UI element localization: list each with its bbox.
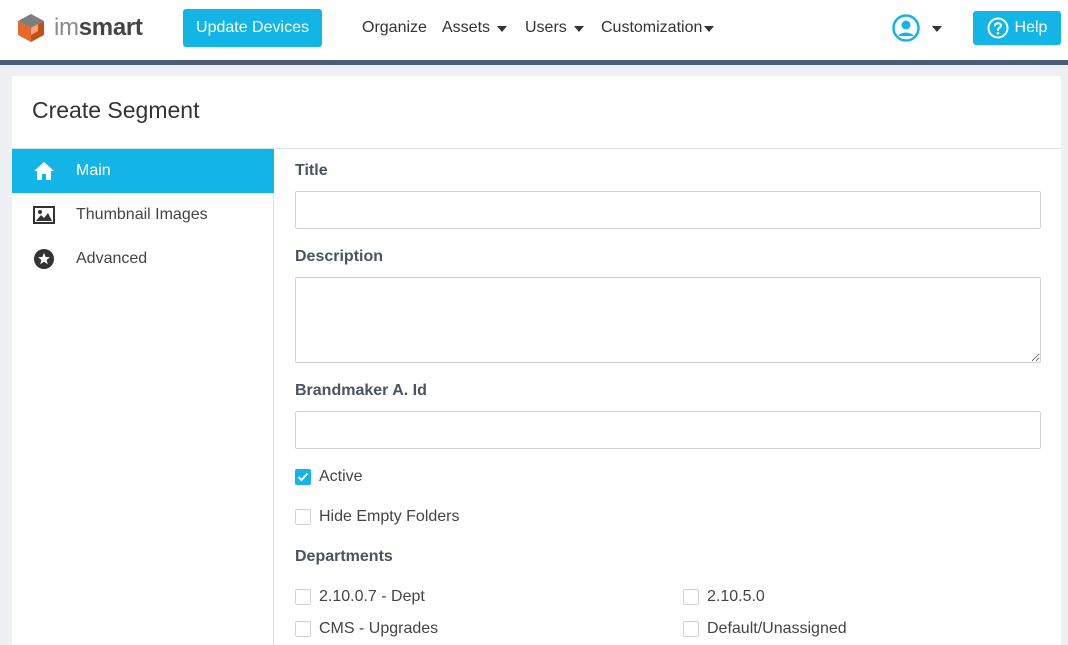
brand-logo[interactable]: imsmart bbox=[16, 13, 143, 43]
nav-assets[interactable]: Assets bbox=[442, 0, 508, 56]
active-checkbox-row[interactable]: Active bbox=[295, 468, 363, 486]
department-option[interactable]: Default/Unassigned bbox=[683, 620, 847, 638]
sidebar-item-label: Main bbox=[76, 162, 111, 179]
nav-organize[interactable]: Organize bbox=[362, 0, 427, 56]
segment-sidebar: Main Thumbnail Images Advanced bbox=[12, 149, 274, 645]
brand-name: imsmart bbox=[54, 14, 143, 41]
departments-label: Departments bbox=[295, 548, 393, 565]
hide-empty-folders-row[interactable]: Hide Empty Folders bbox=[295, 508, 460, 526]
sidebar-item-label: Thumbnail Images bbox=[76, 206, 208, 223]
top-navbar: imsmart Update Devices Organize Assets U… bbox=[0, 0, 1068, 60]
department-label: CMS - Upgrades bbox=[319, 620, 439, 637]
checkmark-icon bbox=[297, 472, 309, 482]
title-input[interactable] bbox=[295, 191, 1041, 229]
active-checkbox[interactable] bbox=[295, 469, 311, 485]
nav-customization[interactable]: Customization bbox=[601, 0, 715, 56]
department-option[interactable]: 2.10.0.7 - Dept bbox=[295, 588, 425, 606]
department-option[interactable]: 2.10.5.0 bbox=[683, 588, 765, 606]
department-checkbox[interactable] bbox=[683, 589, 699, 605]
sidebar-item-thumbnail-images[interactable]: Thumbnail Images bbox=[12, 193, 274, 237]
nav-customization-label: Customization bbox=[601, 19, 703, 36]
department-checkbox[interactable] bbox=[295, 589, 311, 605]
department-label: 2.10.5.0 bbox=[707, 588, 765, 605]
create-segment-card: Create Segment Main Thumbnail Images Adv… bbox=[12, 76, 1061, 645]
hide-empty-folders-checkbox[interactable] bbox=[295, 509, 311, 525]
user-menu[interactable] bbox=[892, 13, 942, 43]
help-button-label: Help bbox=[1014, 19, 1048, 36]
description-label: Description bbox=[295, 248, 384, 265]
star-circle-icon bbox=[33, 248, 55, 270]
nav-organize-label: Organize bbox=[362, 19, 427, 36]
sidebar-item-label: Advanced bbox=[76, 250, 148, 267]
nav-users-label: Users bbox=[525, 19, 567, 36]
department-option[interactable]: CMS - Upgrades bbox=[295, 620, 438, 638]
page-title: Create Segment bbox=[32, 97, 200, 123]
home-icon bbox=[33, 160, 55, 182]
question-circle-icon bbox=[987, 17, 1009, 39]
logo-cube-icon bbox=[18, 14, 44, 42]
update-devices-button[interactable]: Update Devices bbox=[183, 9, 322, 47]
sidebar-item-main[interactable]: Main bbox=[12, 149, 274, 193]
sidebar-item-advanced[interactable]: Advanced bbox=[12, 237, 274, 281]
image-icon bbox=[33, 204, 55, 226]
title-label: Title bbox=[295, 162, 328, 179]
department-checkbox[interactable] bbox=[683, 621, 699, 637]
department-checkbox[interactable] bbox=[295, 621, 311, 637]
department-label: Default/Unassigned bbox=[707, 620, 847, 637]
caret-down-icon bbox=[573, 25, 584, 32]
caret-down-icon bbox=[704, 25, 715, 32]
nav-users[interactable]: Users bbox=[525, 0, 584, 56]
active-label: Active bbox=[319, 468, 363, 485]
nav-assets-label: Assets bbox=[442, 19, 491, 36]
help-button[interactable]: Help bbox=[973, 11, 1061, 45]
brandmaker-id-input[interactable] bbox=[295, 411, 1041, 449]
hide-empty-folders-label: Hide Empty Folders bbox=[319, 508, 460, 525]
brandmaker-id-label: Brandmaker A. Id bbox=[295, 382, 427, 399]
user-circle-icon bbox=[892, 14, 920, 42]
caret-down-icon bbox=[932, 25, 942, 32]
description-textarea[interactable] bbox=[295, 277, 1041, 363]
department-label: 2.10.0.7 - Dept bbox=[319, 588, 425, 605]
navbar-divider bbox=[0, 60, 1068, 65]
caret-down-icon bbox=[497, 25, 508, 32]
